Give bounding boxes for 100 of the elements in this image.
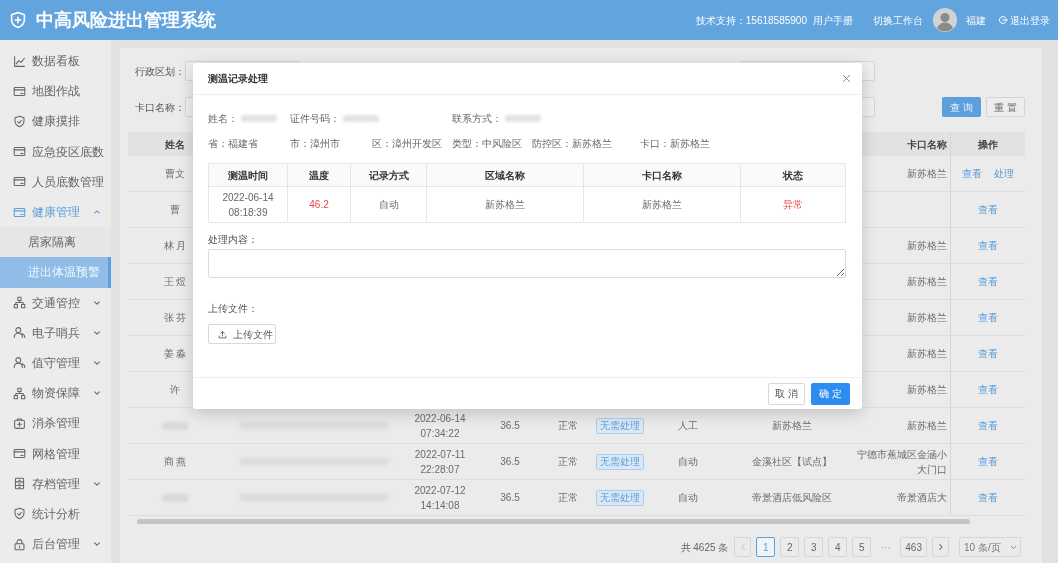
status-tag: 无需处理	[596, 453, 644, 470]
page-button[interactable]: 1	[756, 537, 776, 557]
table-cell-text: 许	[170, 383, 180, 397]
card-icon	[13, 145, 26, 159]
avatar-icon[interactable]	[933, 8, 957, 32]
line-chart-icon	[13, 54, 26, 68]
sidebar-item[interactable]: 健康摸排	[0, 106, 111, 137]
header-link[interactable]: 切换工作台	[873, 12, 923, 28]
action-link[interactable]: 查看	[962, 166, 982, 181]
page-size-select[interactable]: 10 条/页	[959, 537, 1021, 557]
sidebar-item[interactable]: 值守管理	[0, 347, 111, 379]
action-link[interactable]: 查看	[978, 238, 998, 253]
next-page-button[interactable]	[932, 537, 949, 557]
status-tag: 无需处理	[596, 489, 644, 506]
table-cell-text: 曹文	[165, 167, 185, 181]
plus-box-icon	[13, 416, 26, 430]
info-text: 证件号码：	[290, 112, 340, 126]
users-icon	[13, 326, 26, 340]
page-button[interactable]: 4	[828, 537, 848, 557]
confirm-button[interactable]: 确 定	[811, 382, 850, 405]
sidebar-item[interactable]: 健康管理	[0, 196, 111, 228]
sidebar-item[interactable]: 人员底数管理	[0, 166, 111, 197]
table-cell-text: 新苏格兰	[485, 198, 525, 212]
lock-icon	[13, 537, 26, 551]
cancel-button[interactable]: 取 消	[768, 382, 805, 405]
info-text: 省：福建省	[208, 137, 258, 151]
close-icon	[842, 74, 851, 83]
table-cell-text: 2022-07-12 14:14:08	[414, 483, 466, 513]
hierarchy-icon	[13, 296, 26, 310]
logout-icon	[998, 15, 1008, 25]
column-header: 卡口名称	[642, 168, 682, 183]
table-cell-text: 自动	[677, 491, 698, 505]
chevron-left-icon	[738, 543, 747, 551]
action-link[interactable]: 查看	[978, 310, 998, 325]
sidebar-item[interactable]: 网格管理	[0, 438, 111, 469]
textarea-field[interactable]	[208, 249, 846, 278]
action-link[interactable]: 查看	[978, 346, 998, 361]
logout-button[interactable]: 退出登录	[998, 12, 1050, 28]
table-cell-text: 宁德市蕉城区金涵小 大门口	[857, 447, 947, 477]
ellipsis-text: ···	[879, 540, 892, 555]
header-link[interactable]: 用户手册	[813, 12, 853, 28]
upload-icon	[218, 329, 227, 339]
column-header: 操作	[978, 137, 998, 152]
table-cell-text: 36.5	[500, 419, 520, 433]
info-text: 区：漳州开发区	[372, 137, 442, 151]
table-cell-text: 新苏格兰	[771, 419, 812, 433]
action-link[interactable]: 查看	[978, 490, 998, 505]
support-text: 技术支持：15618585900	[695, 13, 807, 28]
sidebar-item[interactable]: 消杀管理	[0, 408, 111, 439]
table-cell-text: 46.2	[309, 198, 329, 212]
sidebar-item[interactable]: 应急疫区底数	[0, 136, 111, 167]
sidebar-item[interactable]: 统计分析	[0, 498, 111, 529]
sidebar-item[interactable]: 电子哨兵	[0, 317, 111, 348]
table-cell-text: 姜 淼	[163, 347, 187, 361]
query-button[interactable]: 查 询	[942, 97, 981, 117]
close-button[interactable]	[842, 74, 851, 83]
table-cell-text: 帝景酒店低风险区	[751, 491, 832, 505]
action-link[interactable]: 查看	[978, 418, 998, 433]
upload-button[interactable]: 上传文件	[208, 324, 276, 344]
table-cell-text: 正常	[557, 455, 578, 469]
shield-logo-icon	[10, 11, 26, 29]
table-cell-text: 新苏格兰	[907, 275, 947, 289]
sidebar-item[interactable]: 存档管理	[0, 468, 111, 499]
reset-button[interactable]: 重 置	[986, 97, 1025, 117]
page-button[interactable]: 2	[780, 537, 800, 557]
field-label: 上传文件：	[208, 302, 259, 315]
page-button[interactable]: 5	[852, 537, 872, 557]
column-header: 卡口名称	[907, 137, 947, 152]
sidebar-item[interactable]: 交通管控	[0, 287, 111, 318]
table-cell-text: 帝景酒店大	[897, 491, 947, 505]
action-link[interactable]: 处理	[994, 166, 1014, 181]
sidebar-subitem[interactable]: 居家隔离	[0, 227, 111, 258]
users-icon	[13, 356, 26, 370]
sidebar-item[interactable]: 物资保障	[0, 378, 111, 409]
action-link[interactable]: 查看	[978, 202, 998, 217]
table-cell-text: 36.5	[500, 491, 520, 505]
sidebar-item[interactable]: 后台管理	[0, 529, 111, 560]
action-link[interactable]: 查看	[978, 454, 998, 469]
sidebar-item[interactable]: 地图作战	[0, 76, 111, 107]
app-title: 中高风险进出管理系统	[36, 8, 216, 32]
table-cell-text: 新苏格兰	[907, 419, 947, 433]
card-icon	[13, 175, 26, 189]
table-cell-text: 人工	[677, 419, 698, 433]
info-text: 类型：中风险区	[452, 137, 522, 151]
horizontal-scrollbar[interactable]	[137, 519, 970, 524]
column-header: 记录方式	[368, 168, 409, 183]
table-cell-text: 正常	[557, 491, 578, 505]
filter-label: 行政区划：	[135, 64, 185, 79]
table-cell-text: 金溪社区【试点】	[751, 455, 832, 469]
action-link[interactable]: 查看	[978, 274, 998, 289]
table-cell-text: 2022-06-14 07:34:22	[414, 411, 466, 441]
page-button[interactable]: 3	[804, 537, 824, 557]
action-link[interactable]: 查看	[978, 382, 998, 397]
table-cell-text: 新苏格兰	[907, 239, 947, 253]
total-count: 共 4625 条	[680, 540, 729, 555]
field-label: 处理内容：	[208, 233, 259, 246]
table-cell-text: 2022-07-11 22:28:07	[414, 447, 466, 477]
page-button[interactable]: 463	[900, 537, 927, 557]
table-cell-text: 正常	[557, 419, 578, 433]
sidebar-item[interactable]: 数据看板	[0, 46, 111, 77]
